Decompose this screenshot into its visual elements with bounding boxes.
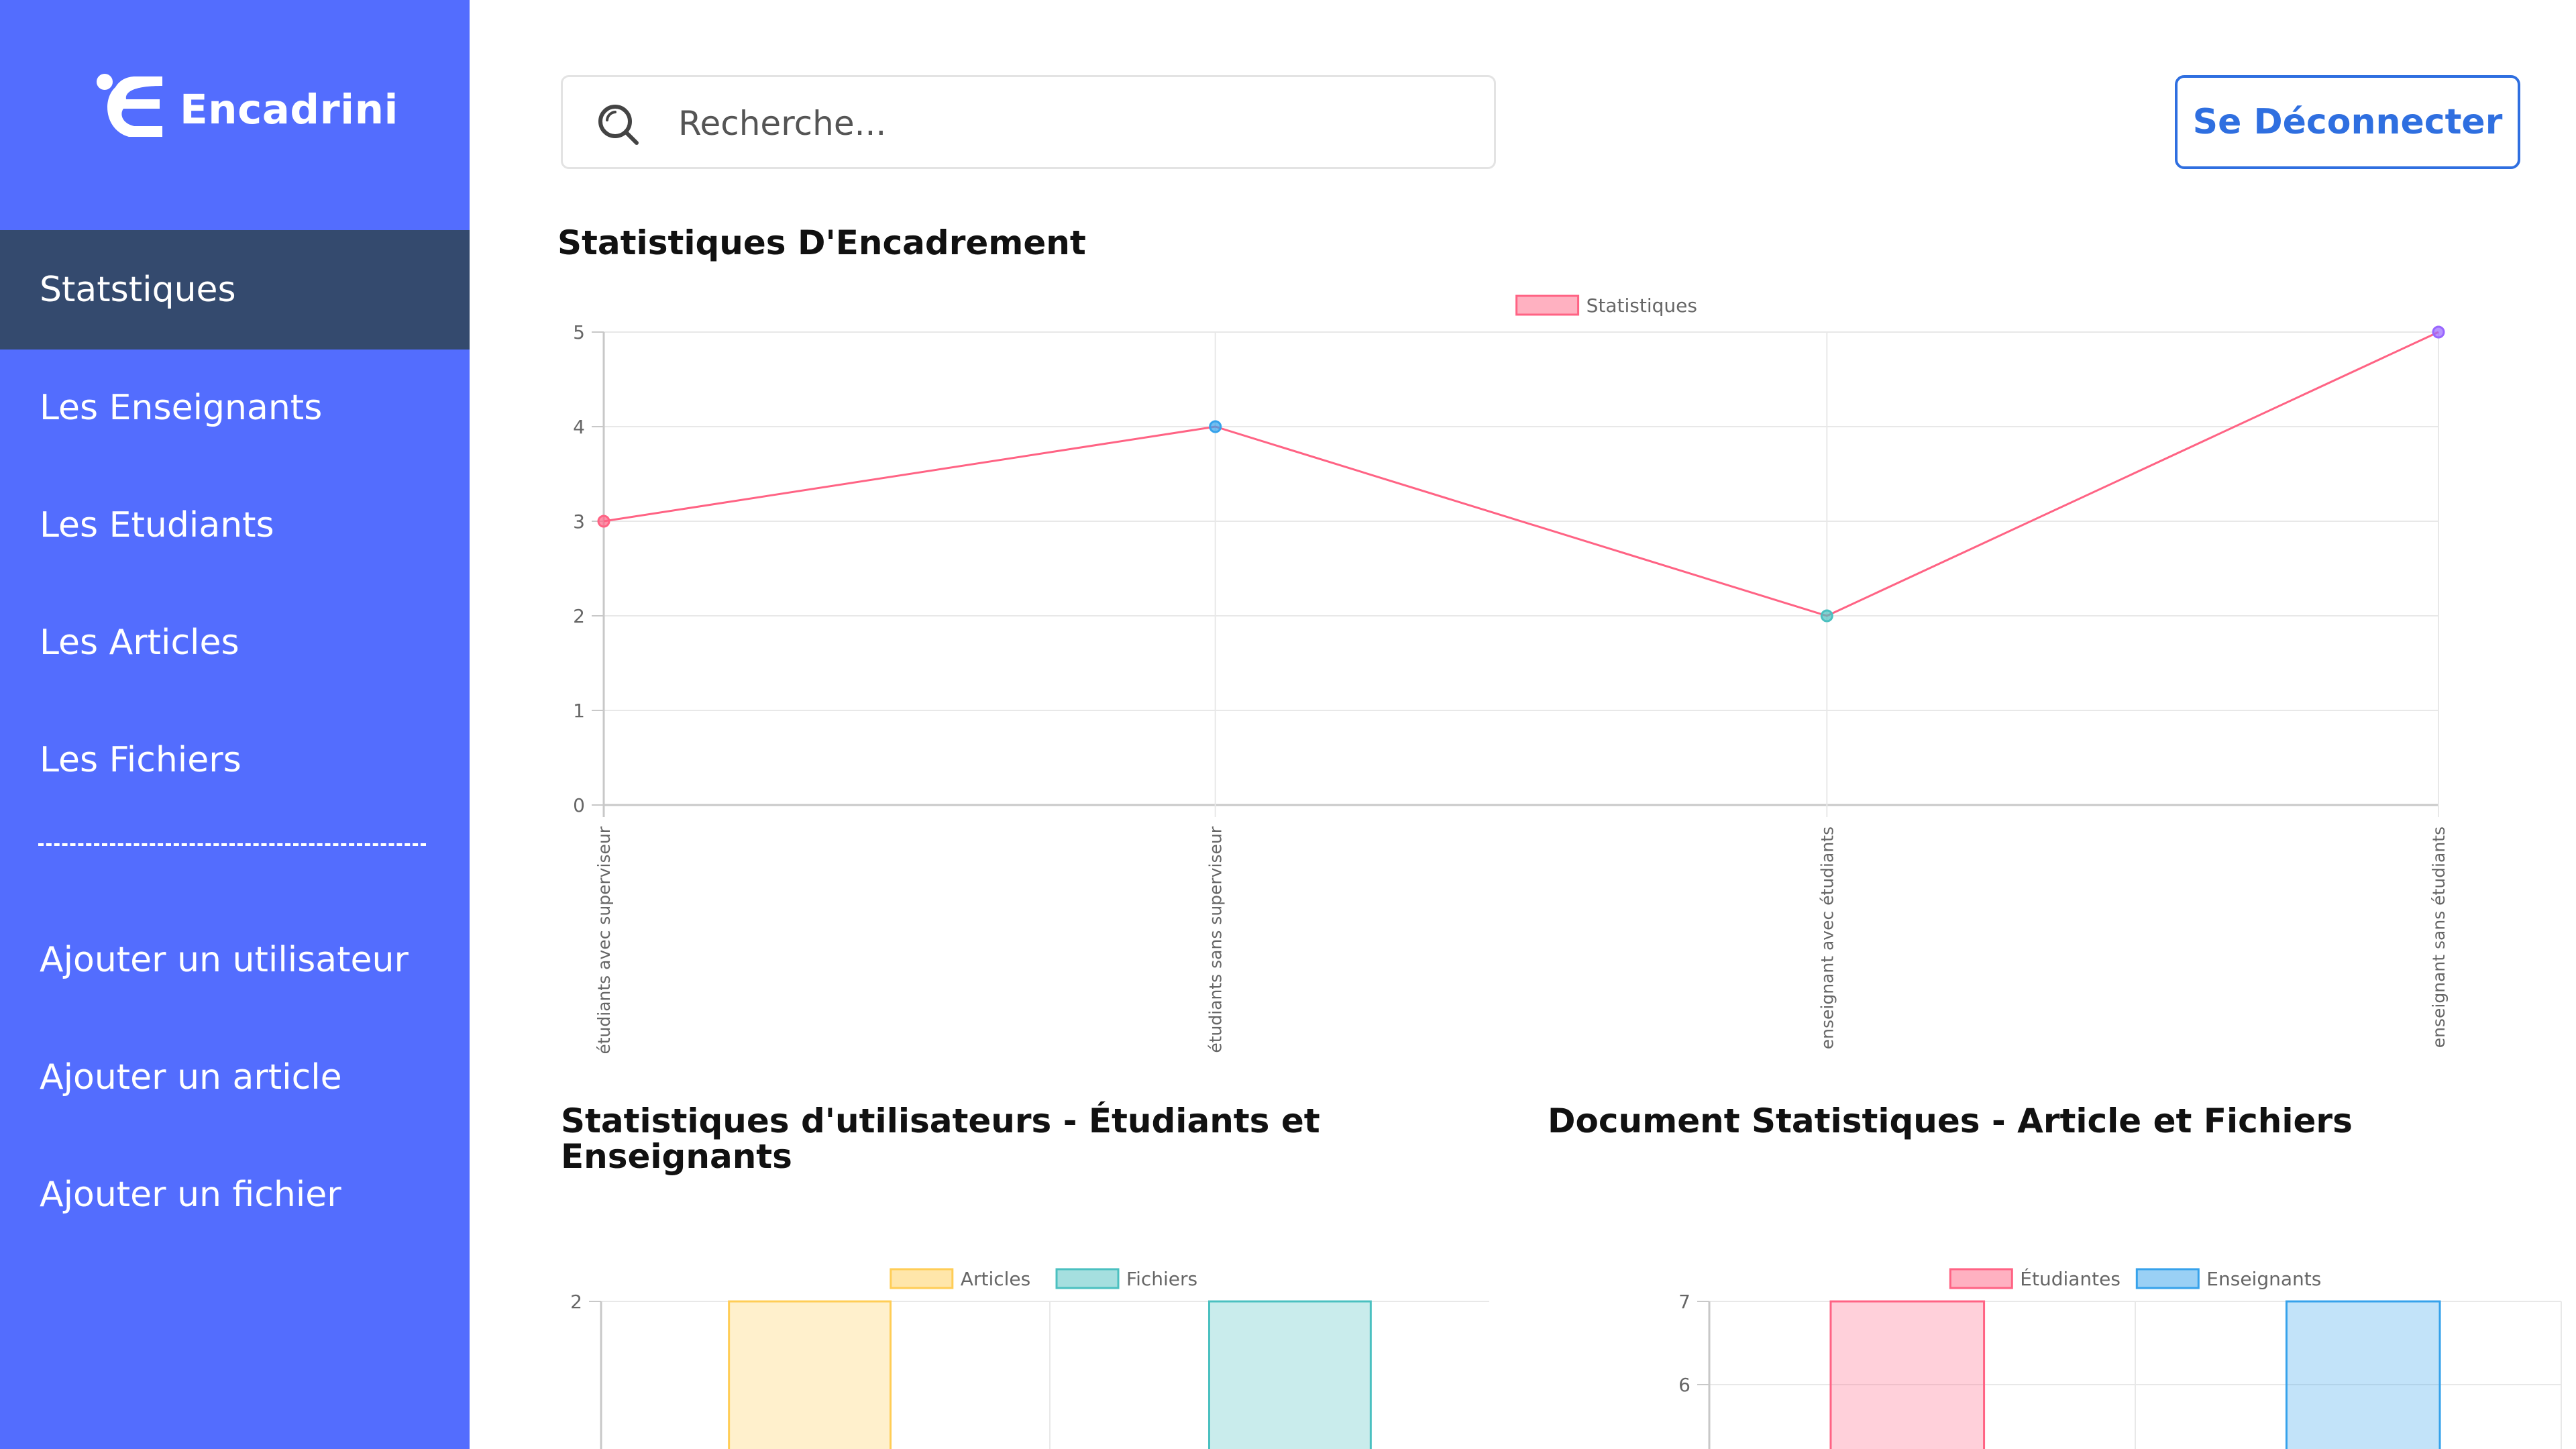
- users-bar-chart: Articles Fichiers 2: [570, 1268, 1489, 1449]
- x-tick-label: étudiants avec superviseur: [594, 826, 614, 1053]
- sidebar: Encadrini Statstiques Les Enseignants Le…: [0, 0, 470, 1449]
- y-tick-label: 6: [1678, 1374, 1690, 1396]
- search-input[interactable]: [677, 97, 1471, 150]
- bar: [2285, 1300, 2441, 1449]
- series-line: [603, 331, 2439, 617]
- y-tick-label: 7: [1678, 1291, 1690, 1313]
- docs-bar-chart: ÉtudiantesEnseignants765: [1678, 1267, 2562, 1449]
- legend-swatch: [1949, 1268, 2013, 1289]
- sidebar-item-enseignants[interactable]: Les Enseignants: [0, 348, 470, 468]
- docs-chart-title: Document Statistiques - Article et Fichi…: [1548, 1102, 2353, 1140]
- search-icon: [596, 103, 641, 150]
- search-box[interactable]: [561, 75, 1496, 169]
- legend-label: Fichiers: [1126, 1268, 1197, 1290]
- sidebar-item-fichiers[interactable]: Les Fichiers: [0, 700, 470, 820]
- sidebar-item-ajouter-fichier[interactable]: Ajouter un fichier: [0, 1135, 470, 1254]
- y-tick-label: 3: [573, 511, 585, 533]
- users-chart-title: Statistiques d'utilisateurs - Étudiants …: [561, 1102, 1320, 1176]
- sidebar-item-articles[interactable]: Les Articles: [0, 583, 470, 702]
- y-tick-label: 0: [573, 794, 585, 816]
- y-tick-label: 2: [573, 605, 585, 627]
- sidebar-item-statistiques[interactable]: Statstiques: [0, 230, 470, 350]
- x-tick-label: étudiants sans superviseur: [1206, 826, 1226, 1053]
- bar: [1208, 1300, 1372, 1449]
- app-name: Encadrini: [180, 85, 398, 133]
- sidebar-item-etudiants[interactable]: Les Etudiants: [0, 466, 470, 585]
- line-chart: Statistiques 0 1 2 3 4 5 étudiants avec supervi…: [573, 294, 2449, 1053]
- legend-swatch: [2135, 1268, 2200, 1289]
- y-tick-label: 1: [573, 700, 585, 722]
- bar: [1829, 1300, 1986, 1449]
- main-chart-title: Statistiques D'Encadrement: [557, 223, 1086, 262]
- data-point: [1209, 420, 1222, 433]
- legend-label: Statistiques: [1587, 294, 1697, 317]
- y-tick-label: 4: [573, 416, 585, 438]
- data-point: [2432, 325, 2445, 339]
- sidebar-item-ajouter-utilisateur[interactable]: Ajouter un utilisateur: [0, 900, 470, 1020]
- sidebar-item-ajouter-article[interactable]: Ajouter un article: [0, 1018, 470, 1137]
- legend-swatch: [890, 1268, 954, 1289]
- data-point: [597, 515, 610, 528]
- logo[interactable]: Encadrini: [95, 72, 398, 146]
- y-tick-label: 5: [573, 321, 585, 343]
- bar: [728, 1300, 892, 1449]
- legend-label: Articles: [961, 1268, 1030, 1290]
- x-tick-label: enseignant avec étudiants: [1817, 826, 1837, 1049]
- y-tick-label: 2: [570, 1291, 582, 1313]
- legend-label: Enseignants: [2206, 1268, 2321, 1290]
- encadrini-logo-icon: [97, 74, 162, 137]
- legend-swatch: [1055, 1268, 1120, 1289]
- legend-swatch: [1515, 294, 1580, 316]
- data-point: [1820, 609, 1833, 623]
- legend-label: Étudiantes: [2020, 1267, 2121, 1290]
- x-tick-label: enseignant sans étudiants: [2429, 826, 2449, 1048]
- sidebar-divider: [38, 843, 426, 846]
- logout-button[interactable]: Se Déconnecter: [2175, 75, 2520, 169]
